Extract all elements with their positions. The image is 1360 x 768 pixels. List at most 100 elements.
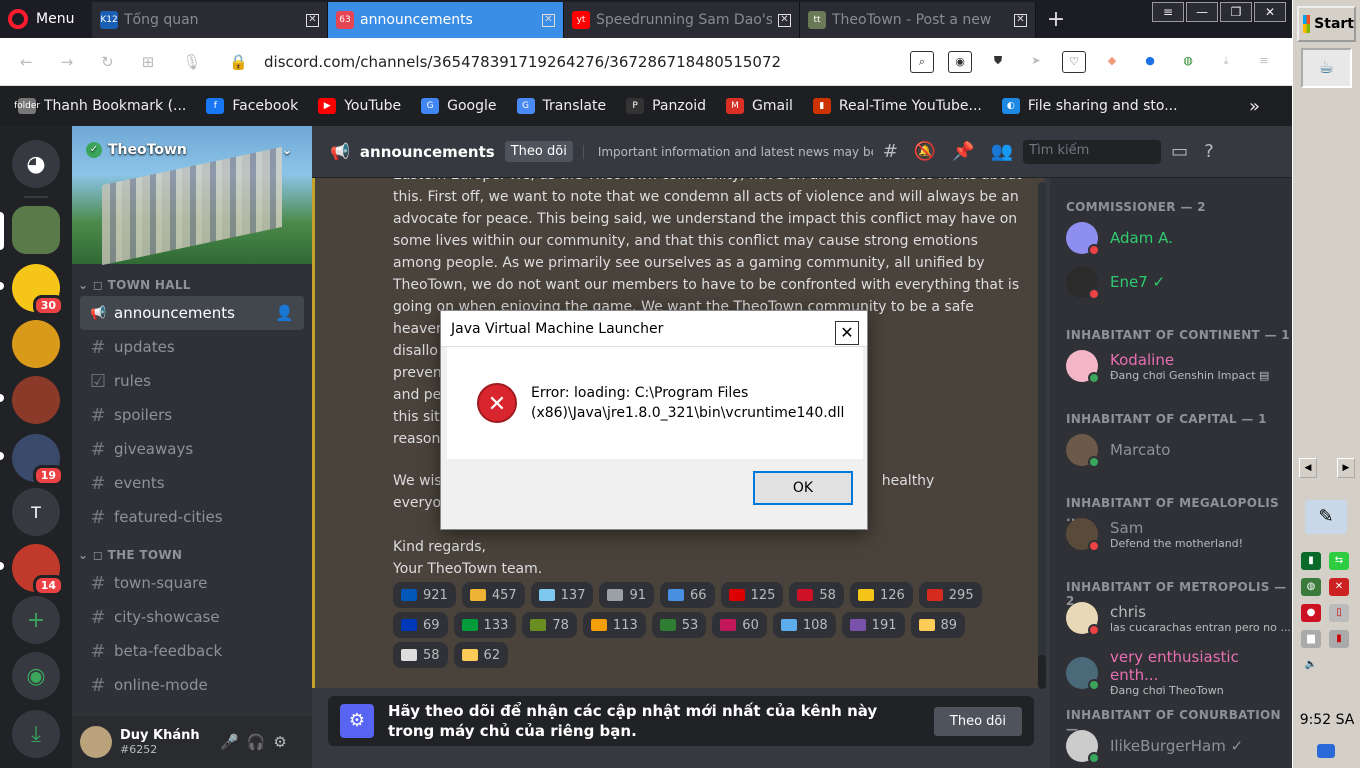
bookmark-item[interactable]: G Google xyxy=(421,98,497,114)
channel-item[interactable]: ☑ rules xyxy=(80,364,304,398)
bookmark-item[interactable]: P Panzoid xyxy=(626,98,706,114)
server-icon[interactable]: g4 xyxy=(12,376,60,424)
extension-cube-icon[interactable]: ◆ xyxy=(1100,51,1124,73)
download-icon[interactable]: ⤓ xyxy=(1214,51,1238,73)
reaction-button[interactable]: 295 xyxy=(918,582,982,608)
dialog-ok-button[interactable]: OK xyxy=(753,471,853,505)
server-icon[interactable]: g714 xyxy=(12,544,64,596)
avatar[interactable] xyxy=(80,726,112,758)
reaction-button[interactable]: 53 xyxy=(651,612,707,638)
dialog-close-button[interactable]: ✕ xyxy=(835,321,859,345)
tray-green-icon[interactable]: ▮ xyxy=(1301,552,1321,570)
show-desktop-icon[interactable] xyxy=(1317,744,1335,758)
bookmarks-more-icon[interactable]: » xyxy=(1249,96,1260,117)
member-item[interactable]: Ene7 ✓ xyxy=(1066,266,1165,300)
add-member-icon[interactable]: 👤 xyxy=(275,304,294,322)
channel-item[interactable]: # giveaways xyxy=(80,432,304,466)
member-item[interactable]: Marcato xyxy=(1066,434,1170,468)
reaction-button[interactable]: 125 xyxy=(720,582,784,608)
shield-icon[interactable]: ⛊ xyxy=(986,51,1010,73)
scrollbar-thumb[interactable] xyxy=(1038,655,1046,689)
server-icon[interactable]: star xyxy=(12,320,60,368)
back-icon[interactable]: ← xyxy=(20,53,33,71)
start-button[interactable]: Start xyxy=(1297,6,1356,42)
member-item[interactable]: very enthusiastic enth... Đang chơi TheoT… xyxy=(1066,648,1292,697)
snapshot-icon[interactable]: ◉ xyxy=(948,50,972,73)
java-taskbar-icon[interactable]: ☕ xyxy=(1301,48,1352,88)
send-icon[interactable]: ➤ xyxy=(1024,51,1048,73)
bookmark-item[interactable]: ▶ YouTube xyxy=(318,98,401,114)
pin-icon[interactable]: 📌 xyxy=(952,141,974,162)
minimize-button[interactable]: — xyxy=(1186,2,1218,22)
tabs-grid-icon[interactable]: ⊞ xyxy=(142,53,155,71)
notification-bell-off-icon[interactable]: 🔕 xyxy=(914,141,936,162)
zoom-icon[interactable]: ⌕ xyxy=(910,50,934,73)
server-name[interactable]: ✓ TheoTown ⌄ xyxy=(86,142,292,158)
tab-close-icon[interactable]: ✕ xyxy=(778,13,791,27)
member-item[interactable]: Sam Defend the motherland! xyxy=(1066,518,1243,552)
server-icon[interactable]: g519 xyxy=(12,434,64,486)
threads-icon[interactable]: # xyxy=(883,141,898,162)
gear-icon[interactable]: ⚙ xyxy=(273,733,286,751)
member-item[interactable]: IlikeBurgerHam ✓ xyxy=(1066,730,1243,764)
reaction-button[interactable]: 457 xyxy=(461,582,525,608)
tray-network-icon[interactable]: ◍ xyxy=(1301,578,1321,596)
taskbar-scroll-right-icon[interactable]: ▶ xyxy=(1337,458,1355,478)
new-tab-button[interactable]: + xyxy=(1036,0,1076,38)
reaction-button[interactable]: 89 xyxy=(910,612,966,638)
reaction-button[interactable]: 126 xyxy=(849,582,913,608)
channel-item[interactable]: 📢 announcements 👤 xyxy=(80,296,304,330)
server-icon[interactable]: T xyxy=(12,488,60,536)
tray-battery-icon[interactable]: ▮ xyxy=(1329,630,1349,648)
header-follow-button[interactable]: Theo dõi xyxy=(504,141,573,162)
channel-item[interactable]: # spoilers xyxy=(80,398,304,432)
search-input[interactable]: Tìm kiếm xyxy=(1023,139,1162,164)
download-apps-icon[interactable]: ⤓ xyxy=(12,710,60,758)
tray-arrows-icon[interactable]: ⇆ xyxy=(1329,552,1349,570)
reaction-button[interactable]: 108 xyxy=(772,612,836,638)
channel-item[interactable]: # featured-cities xyxy=(80,500,304,534)
bookmark-item[interactable]: M Gmail xyxy=(726,98,793,114)
inbox-icon[interactable]: ▭ xyxy=(1171,141,1188,162)
browser-tab[interactable]: K12 Tổng quan ✕ xyxy=(92,2,328,38)
headphones-icon[interactable]: 🎧 xyxy=(247,733,266,751)
channel-category[interactable]: ⌄ ◻ THE TOWN xyxy=(72,534,312,566)
reaction-button[interactable]: 921 xyxy=(393,582,456,608)
reaction-button[interactable]: 69 xyxy=(393,612,448,638)
channel-item[interactable]: # town-square xyxy=(80,566,304,600)
channel-item[interactable]: # city-showcase xyxy=(80,600,304,634)
opera-menu-button[interactable]: Menu xyxy=(0,0,92,38)
reaction-button[interactable]: 58 xyxy=(789,582,844,608)
tab-close-icon[interactable]: ✕ xyxy=(306,13,319,27)
browser-tab[interactable]: 63 announcements ✕ xyxy=(328,2,564,38)
follow-button[interactable]: Theo dõi xyxy=(933,706,1022,736)
tab-close-icon[interactable]: ✕ xyxy=(1014,13,1027,27)
channel-item[interactable]: # online-mode xyxy=(80,668,304,702)
bookmark-item[interactable]: ▮ Real-Time YouTube... xyxy=(812,98,982,114)
channel-item[interactable]: # updates xyxy=(80,330,304,364)
url-field[interactable]: discord.com/channels/365478391719264276/… xyxy=(250,53,910,71)
extension-globe-icon[interactable]: ◍ xyxy=(1176,51,1200,73)
heart-icon[interactable]: ♡ xyxy=(1062,50,1086,73)
member-item[interactable]: Kodaline Đang chơi Genshin Impact ▤ xyxy=(1066,350,1269,384)
member-item[interactable]: chris las cucarachas entran pero no ... xyxy=(1066,602,1291,636)
bookmark-item[interactable]: f Facebook xyxy=(206,98,298,114)
easy-setup-icon[interactable]: ≡ xyxy=(1252,51,1276,73)
members-icon[interactable]: 👥 xyxy=(991,141,1013,162)
message-scrollbar[interactable] xyxy=(1038,182,1046,688)
help-icon[interactable]: ? xyxy=(1204,141,1214,162)
taskbar-scroll-left-icon[interactable]: ◀ xyxy=(1299,458,1317,478)
reaction-button[interactable]: 60 xyxy=(712,612,767,638)
clock[interactable]: 9:52 SA xyxy=(1297,712,1357,728)
forward-icon[interactable]: → xyxy=(61,53,74,71)
tab-close-icon[interactable]: ✕ xyxy=(542,13,555,27)
member-item[interactable]: Adam A. xyxy=(1066,222,1173,256)
reaction-button[interactable]: 58 xyxy=(393,642,448,668)
tray-device-icon[interactable]: ▯ xyxy=(1329,604,1349,622)
reaction-button[interactable]: 133 xyxy=(453,612,517,638)
explore-servers-icon[interactable]: ◉ xyxy=(12,652,60,700)
channel-topic[interactable]: Important information and latest news ma… xyxy=(582,144,873,159)
channel-item[interactable]: # events xyxy=(80,466,304,500)
tray-blocked-icon[interactable]: ✕ xyxy=(1329,578,1349,596)
browser-tab[interactable]: yt Speedrunning Sam Dao's ✕ xyxy=(564,2,800,38)
